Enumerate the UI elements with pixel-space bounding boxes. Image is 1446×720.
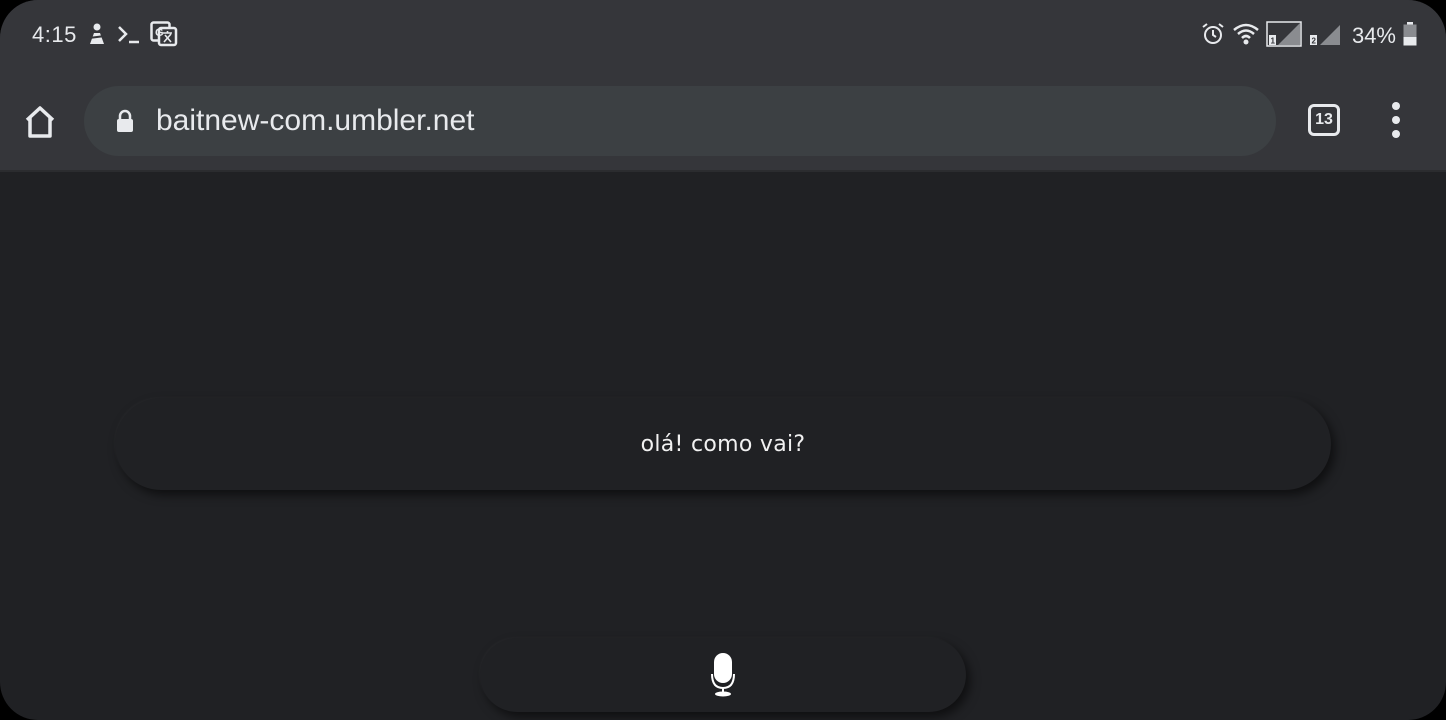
- address-bar[interactable]: baitnew-com.umbler.net: [84, 86, 1276, 156]
- terminal-icon: [116, 23, 142, 50]
- svg-text:2: 2: [1311, 36, 1316, 45]
- translate-icon: G: [150, 20, 178, 52]
- sim1-signal-icon: 1: [1266, 20, 1302, 52]
- microphone-icon: [711, 653, 735, 697]
- status-bar: 4:15 G 1 2 34%: [0, 0, 1446, 72]
- status-time: 4:15: [32, 22, 77, 47]
- battery-icon: [1402, 21, 1418, 52]
- menu-dot-icon: [1392, 116, 1400, 124]
- svg-text:G: G: [155, 27, 164, 39]
- lock-icon[interactable]: [114, 109, 136, 133]
- message-bubble: olá! como vai?: [115, 398, 1331, 490]
- menu-dot-icon: [1392, 130, 1400, 138]
- home-icon: [25, 106, 55, 138]
- microphone-button[interactable]: [480, 638, 966, 712]
- device-screen: 4:15 G 1 2 34% baitnew-com.umbler.net 13…: [0, 0, 1446, 720]
- overflow-menu-button[interactable]: [1380, 102, 1412, 138]
- status-system-icons: 1 2 34%: [1200, 20, 1418, 52]
- status-notification-icons: G: [86, 20, 178, 52]
- browser-toolbar: baitnew-com.umbler.net 13: [0, 72, 1446, 172]
- alarm-icon: [1200, 21, 1226, 52]
- message-text: olá! como vai?: [640, 431, 806, 457]
- wifi-icon: [1232, 22, 1260, 51]
- menu-dot-icon: [1392, 102, 1400, 110]
- sim2-signal-icon: 2: [1308, 21, 1342, 52]
- app-notification-icon: [86, 22, 108, 51]
- svg-text:1: 1: [1270, 36, 1275, 45]
- url-text[interactable]: baitnew-com.umbler.net: [156, 104, 475, 138]
- home-button[interactable]: [20, 102, 60, 142]
- battery-percent: 34%: [1351, 23, 1396, 48]
- tab-switcher-button[interactable]: 13: [1308, 104, 1340, 136]
